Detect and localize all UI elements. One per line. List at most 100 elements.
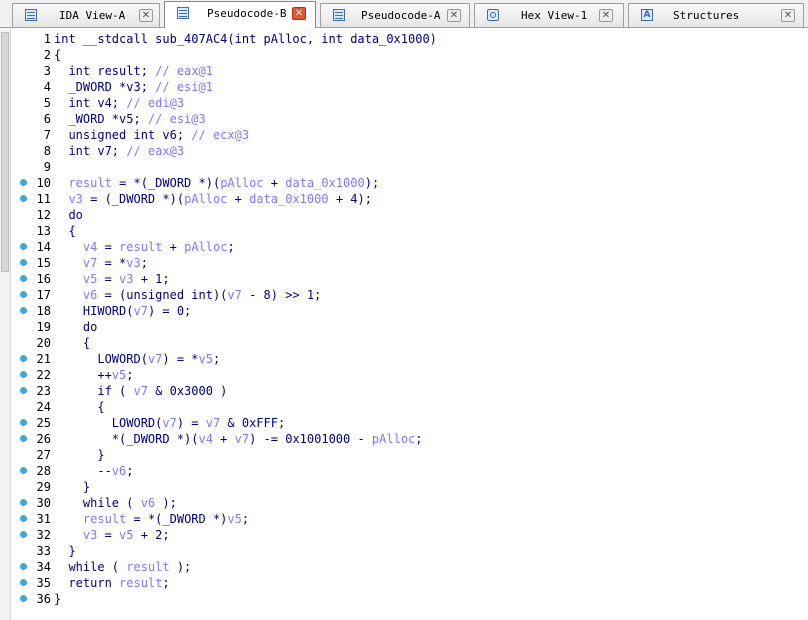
breakpoint-dot-icon[interactable] (20, 531, 27, 538)
code-line[interactable]: 10 result = *(_DWORD *)(pAlloc + data_0x… (11, 175, 808, 191)
close-icon[interactable]: ✕ (139, 9, 153, 22)
code-line[interactable]: 32 v3 = v5 + 2; (11, 527, 808, 543)
code-variable: v7 (133, 384, 148, 398)
code-line[interactable]: 13 { (11, 223, 808, 239)
breakpoint-dot-icon[interactable] (20, 371, 27, 378)
code-line[interactable]: 12 do (11, 207, 808, 223)
code-line[interactable]: 35 return result; (11, 575, 808, 591)
breakpoint-dot-icon[interactable] (20, 387, 27, 394)
code-text-line: do (54, 319, 97, 335)
breakpoint-dot-icon[interactable] (20, 243, 27, 250)
tab-hex-view-1[interactable]: Hex View-1 ✕ (474, 3, 624, 27)
tab-pseudocode-a[interactable]: Pseudocode-A ✕ (320, 3, 470, 27)
code-keyword: int v7; (54, 144, 127, 158)
code-text: } (54, 480, 91, 494)
code-text-line: while ( result ); (54, 559, 191, 575)
pseudocode-listing[interactable]: 1 int __stdcall sub_407AC4(int pAlloc, in… (11, 28, 808, 620)
code-comment: // ecx@3 (191, 128, 250, 142)
line-number: 15 (36, 256, 51, 270)
breakpoint-dot-icon[interactable] (20, 579, 27, 586)
code-variable: v7 (227, 288, 242, 302)
code-line[interactable]: 22 ++v5; (11, 367, 808, 383)
breakpoint-dot-icon[interactable] (20, 467, 27, 474)
code-line[interactable]: 4 _DWORD *v3; // esi@1 (11, 79, 808, 95)
code-line[interactable]: 20 { (11, 335, 808, 351)
breakpoint-dot-icon[interactable] (20, 499, 27, 506)
code-line[interactable]: 8 int v7; // eax@3 (11, 143, 808, 159)
line-number: 8 (43, 144, 51, 158)
code-line[interactable]: 31 result = *(_DWORD *)v5; (11, 511, 808, 527)
code-line[interactable]: 27 } (11, 447, 808, 463)
code-text: + (162, 240, 185, 254)
breakpoint-dot-icon[interactable] (20, 563, 27, 570)
code-text: = (unsigned int)( (97, 288, 228, 302)
code-comment: // esi@1 (155, 80, 213, 94)
code-variable: v6 (82, 288, 98, 302)
code-line[interactable]: 19 do (11, 319, 808, 335)
breakpoint-dot-icon[interactable] (20, 355, 27, 362)
code-variable: result (119, 576, 163, 590)
code-text-line: int __stdcall sub_407AC4(int pAlloc, int… (54, 31, 437, 47)
code-line[interactable]: 24 { (11, 399, 808, 415)
code-line[interactable]: 16 v5 = v3 + 1; (11, 271, 808, 287)
close-icon[interactable]: ✕ (599, 9, 613, 22)
line-number: 24 (36, 400, 51, 414)
code-line[interactable]: 28 --v6; (11, 463, 808, 479)
breakpoint-dot-icon[interactable] (20, 419, 27, 426)
code-text-line: v7 = *v3; (54, 255, 148, 271)
breakpoint-dot-icon[interactable] (20, 307, 27, 314)
breakpoint-dot-icon[interactable] (20, 515, 27, 522)
code-line[interactable]: 23 if ( v7 & 0x3000 ) (11, 383, 808, 399)
code-text: { (54, 400, 105, 414)
scrollbar-thumb[interactable] (1, 32, 9, 272)
line-number: 22 (36, 368, 51, 382)
breakpoint-dot-icon[interactable] (20, 595, 27, 602)
code-line[interactable]: 36} (11, 591, 808, 607)
line-number: 20 (36, 336, 51, 350)
code-line[interactable]: 1 int __stdcall sub_407AC4(int pAlloc, in… (11, 31, 808, 47)
code-line[interactable]: 9 (11, 159, 808, 175)
code-line[interactable]: 14 v4 = result + pAlloc; (11, 239, 808, 255)
code-line[interactable]: 17 v6 = (unsigned int)(v7 - 8) >> 1; (11, 287, 808, 303)
code-text-line: LOWORD(v7) = v7 & 0xFFF; (54, 415, 285, 431)
code-line[interactable]: 2{ (11, 47, 808, 63)
close-icon[interactable]: ✕ (292, 7, 306, 20)
breakpoint-dot-icon[interactable] (20, 435, 27, 442)
code-line[interactable]: 21 LOWORD(v7) = *v5; (11, 351, 808, 367)
code-comment: // edi@3 (126, 96, 185, 110)
code-line[interactable]: 30 while ( v6 ); (11, 495, 808, 511)
code-line[interactable]: 33 } (11, 543, 808, 559)
code-line[interactable]: 18 HIWORD(v7) = 0; (11, 303, 808, 319)
code-text: *(_DWORD *)( (54, 432, 199, 446)
code-line[interactable]: 34 while ( result ); (11, 559, 808, 575)
code-line[interactable]: 25 LOWORD(v7) = v7 & 0xFFF; (11, 415, 808, 431)
code-variable: v6 (111, 464, 127, 478)
code-line[interactable]: 6 _WORD *v5; // esi@3 (11, 111, 808, 127)
breakpoint-dot-icon[interactable] (20, 291, 27, 298)
code-keyword: do (54, 320, 98, 334)
breakpoint-dot-icon[interactable] (20, 195, 27, 202)
tab-structures[interactable]: A Structures ✕ (628, 3, 804, 27)
close-icon[interactable]: ✕ (447, 9, 461, 22)
code-line[interactable]: 29 } (11, 479, 808, 495)
code-line[interactable]: 7 unsigned int v6; // ecx@3 (11, 127, 808, 143)
breakpoint-dot-icon[interactable] (20, 259, 27, 266)
code-line[interactable]: 5 int v4; // edi@3 (11, 95, 808, 111)
tab-label: Structures (673, 9, 740, 22)
code-line[interactable]: 15 v7 = *v3; (11, 255, 808, 271)
tab-ida-view-a[interactable]: IDA View-A ✕ (12, 3, 160, 27)
tab-bar: IDA View-A ✕ Pseudocode-B ✕ Pseudocode-A… (0, 0, 808, 28)
tab-pseudocode-b[interactable]: Pseudocode-B ✕ (164, 1, 316, 28)
code-line[interactable]: 3 int result; // eax@1 (11, 63, 808, 79)
code-line[interactable]: 11 v3 = (_DWORD *)(pAlloc + data_0x1000 … (11, 191, 808, 207)
breakpoint-dot-icon[interactable] (20, 275, 27, 282)
vertical-scrollbar[interactable] (0, 28, 11, 620)
line-number: 34 (36, 560, 51, 574)
code-text-line: } (54, 543, 75, 559)
breakpoint-dot-icon[interactable] (20, 179, 27, 186)
code-text: ; (415, 432, 423, 446)
code-line[interactable]: 26 *(_DWORD *)(v4 + v7) -= 0x1001000 - p… (11, 431, 808, 447)
close-icon[interactable]: ✕ (781, 9, 795, 22)
